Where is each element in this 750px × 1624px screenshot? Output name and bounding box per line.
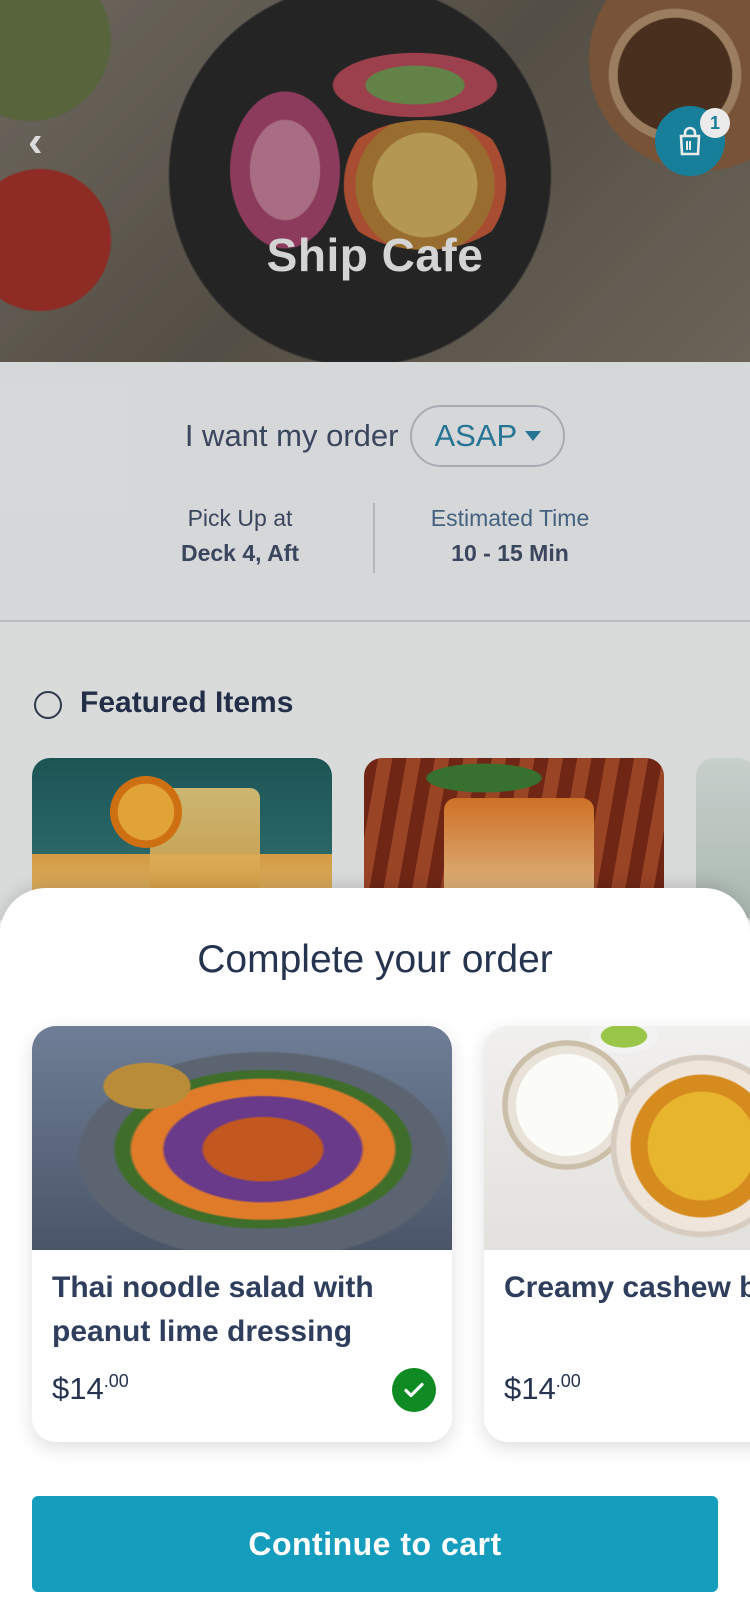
pickup-location: Pick Up at Deck 4, Aft (120, 505, 360, 567)
complete-order-sheet: Complete your order Thai noodle salad wi… (0, 888, 750, 1624)
estimate-value: 10 - 15 Min (451, 540, 569, 566)
order-timing-value: ASAP (434, 418, 518, 453)
fork-image (72, 1046, 222, 1126)
drink-garnish-image (404, 758, 564, 798)
item-price-cents: .00 (555, 1371, 581, 1391)
order-info-section (0, 362, 750, 622)
venue-title: Ship Cafe (266, 229, 484, 281)
featured-radio-icon[interactable] (34, 691, 62, 719)
chevron-left-icon: ‹ (28, 117, 43, 166)
estimated-time: Estimated Time 10 - 15 Min (390, 505, 630, 567)
checkmark-icon (404, 1382, 424, 1398)
featured-title: Featured Items (80, 686, 294, 719)
hero-overlay (0, 0, 750, 362)
drink-garnish-image (110, 776, 182, 848)
item-image (32, 1026, 452, 1250)
upsell-item-card[interactable]: Thai noodle salad with peanut lime dress… (32, 1026, 452, 1442)
pickup-value: Deck 4, Aft (180, 540, 300, 566)
item-name: Creamy cashew butter paneer (504, 1271, 750, 1304)
continue-to-cart-button[interactable]: Continue to cart (32, 1496, 718, 1592)
divider (373, 503, 375, 573)
selected-check-button[interactable] (392, 1368, 436, 1412)
order-timing-row: I want my order ASAP (0, 405, 750, 467)
order-timing-label: I want my order (184, 418, 399, 453)
estimate-label: Estimated Time (430, 505, 590, 531)
hero-banner: Ship Cafe (0, 0, 750, 362)
sheet-title: Complete your order (197, 938, 553, 981)
cart-count-badge: 1 (700, 108, 730, 138)
pickup-label: Pick Up at (187, 505, 293, 531)
item-price-dollars: $14 (52, 1371, 104, 1406)
back-button[interactable]: ‹ (28, 118, 68, 166)
order-timing-dropdown[interactable]: ASAP (410, 405, 566, 467)
item-price-dollars: $14 (504, 1371, 556, 1406)
item-price-cents: .00 (103, 1371, 129, 1391)
caret-down-icon (525, 431, 542, 441)
item-price: $14.00 (504, 1371, 581, 1407)
item-price: $14.00 (52, 1371, 129, 1407)
item-image (484, 1026, 750, 1250)
item-name: Thai noodle salad with peanut lime dress… (52, 1271, 374, 1348)
upsell-item-card[interactable]: Creamy cashew butter paneer $14.00 (484, 1026, 750, 1442)
